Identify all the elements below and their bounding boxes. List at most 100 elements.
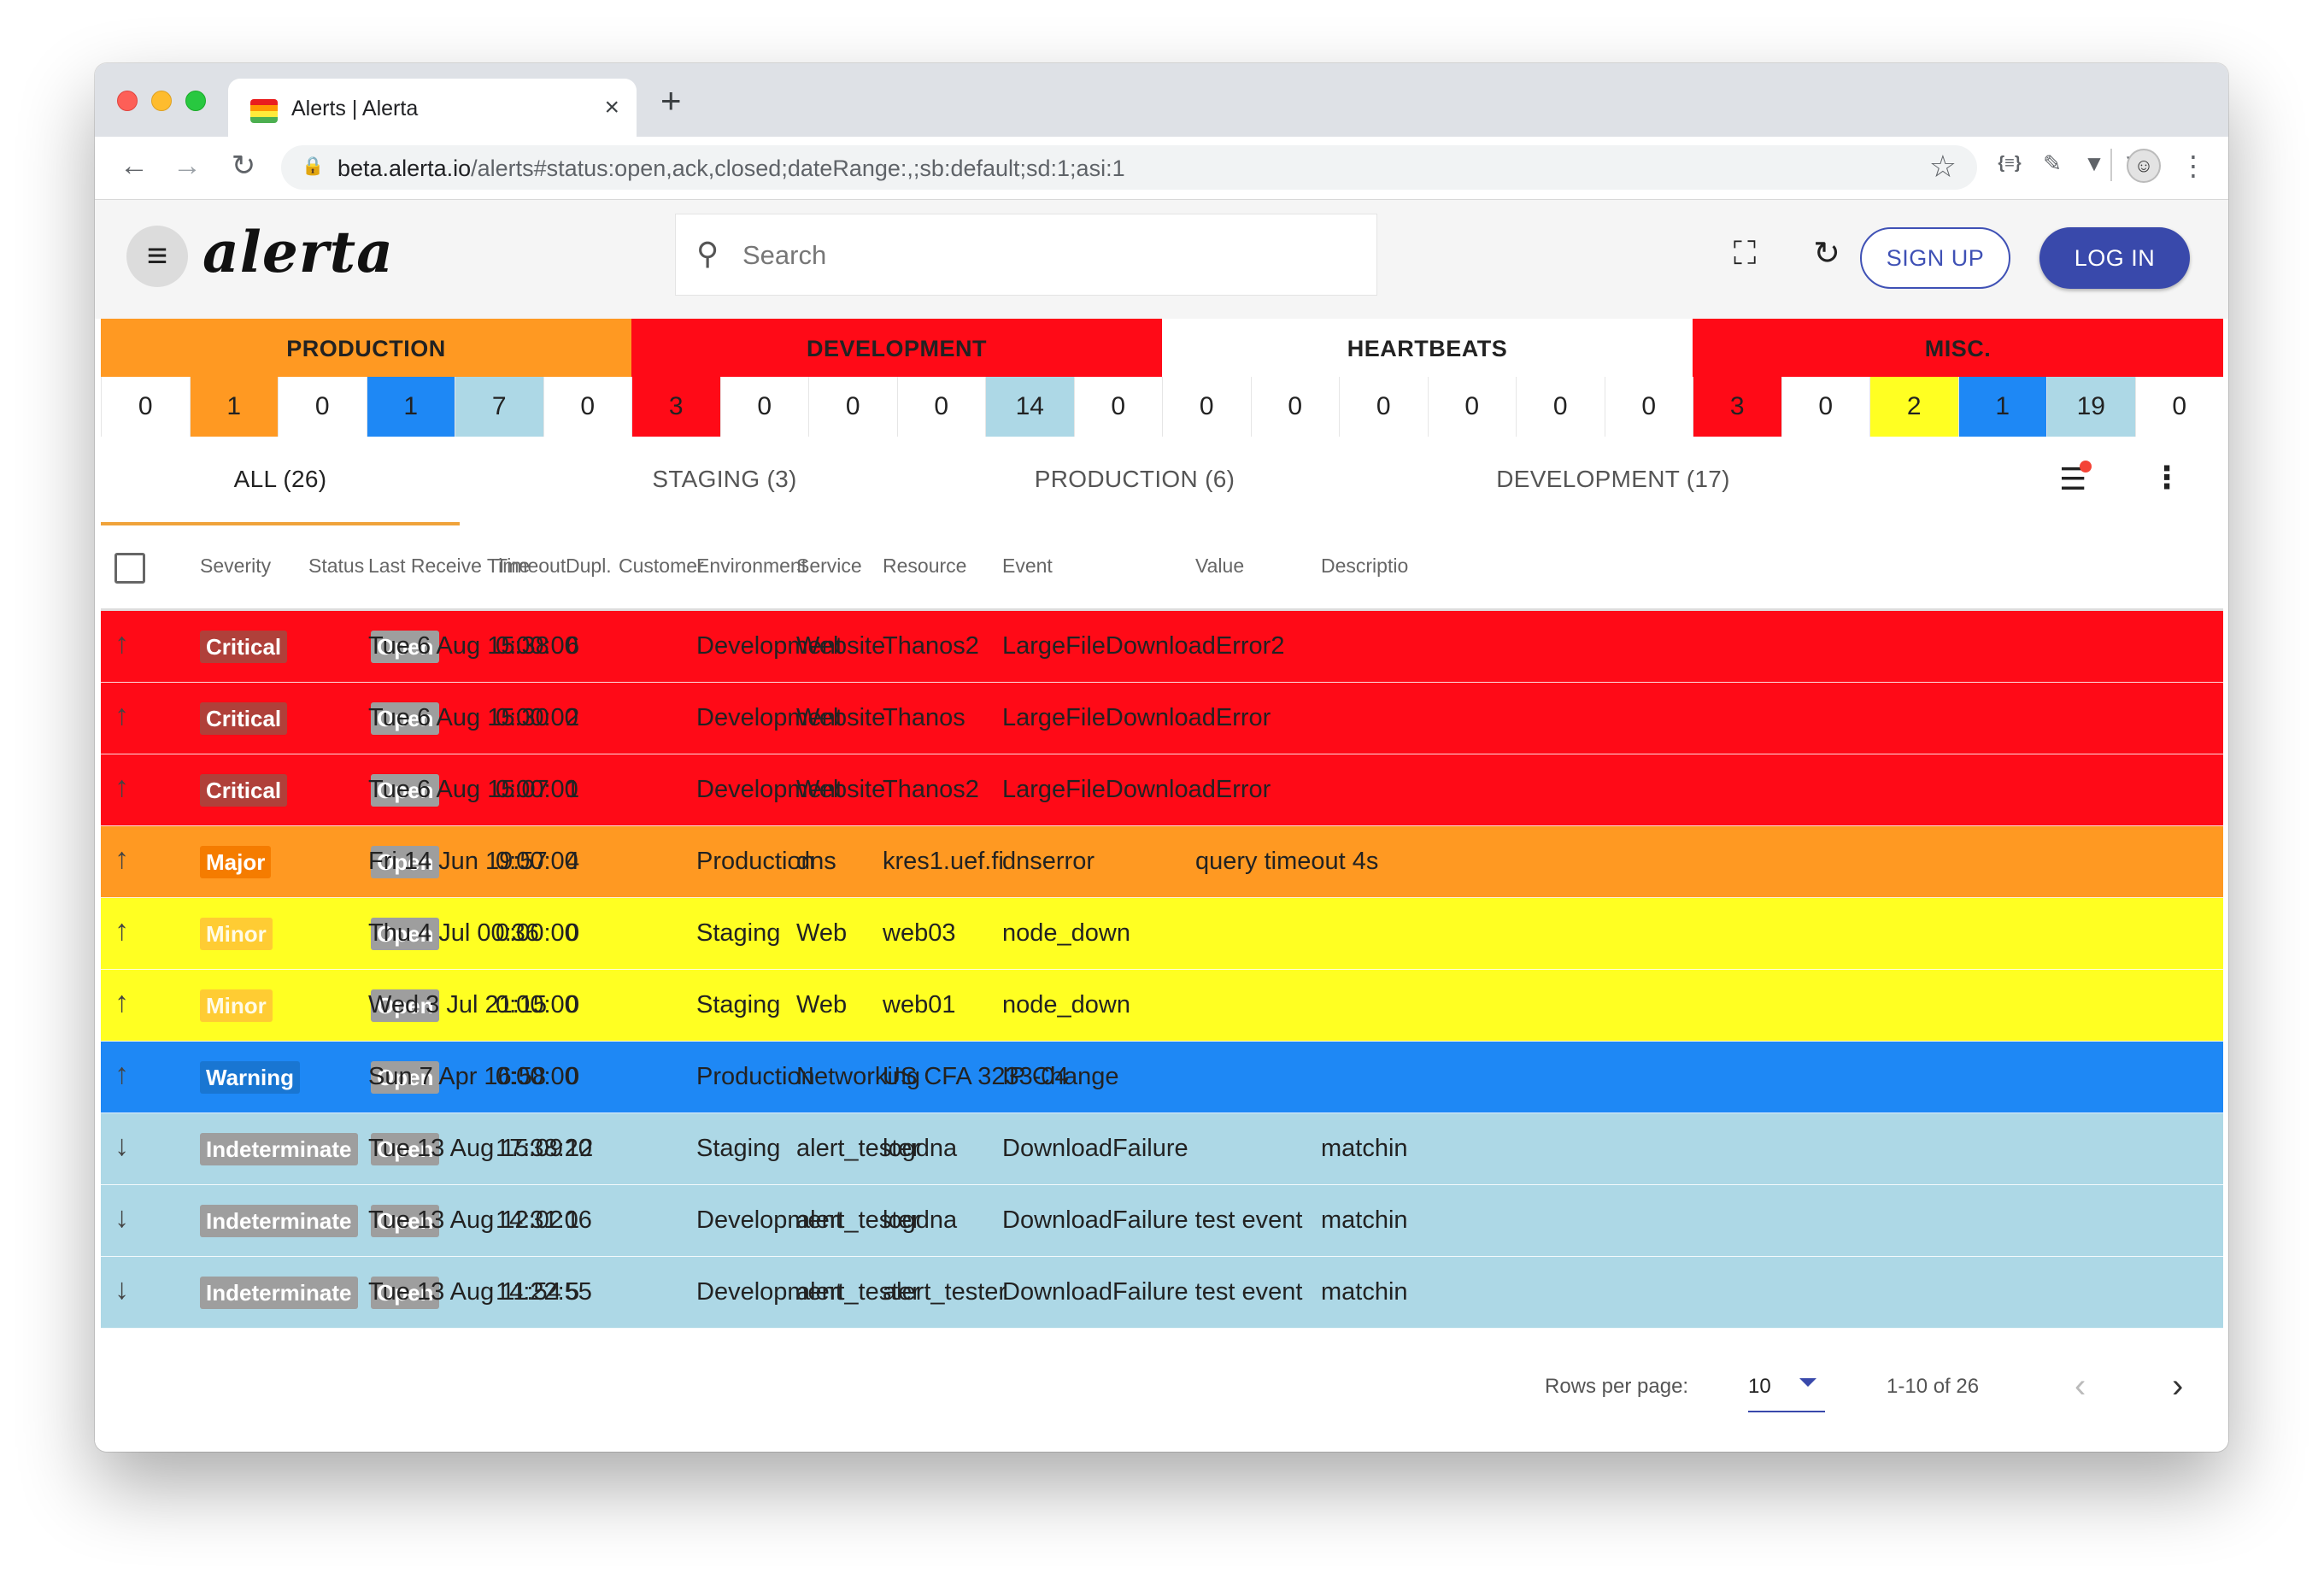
tab-all[interactable]: ALL (26) [101,437,460,525]
next-page-icon[interactable]: › [2172,1365,2183,1407]
filter-active-dot [2080,461,2092,473]
cell-service: Website [796,776,886,803]
search-input[interactable] [742,235,1341,276]
url-path: /alerts#status:open,ack,closed;dateRange… [471,156,1125,181]
table-row[interactable]: ↑ Major Open Fri 14 Jun 19:57 0:00:00 4 Produc… [101,826,2223,898]
cell-duplicates: 12 [566,1135,594,1162]
trend-up-icon: ↑ [114,986,129,1018]
menu-icon[interactable]: ≡ [126,226,188,287]
table-row[interactable]: ↑ Critical Open Tue 6 Aug 15:07 0:00:00 1 Deve… [101,754,2223,826]
log-in-button[interactable]: LOG IN [2039,227,2190,289]
env-name: PRODUCTION [101,319,631,377]
cell-duplicates: 5 [566,1278,580,1306]
cell-service: Web [796,991,848,1018]
env-name: HEARTBEATS [1162,319,1693,377]
trend-down-icon: ↓ [114,1130,129,1162]
cell-resource: logdna [883,1135,958,1162]
tab-production[interactable]: PRODUCTION (6) [989,437,1280,525]
severity-badge: Major [200,846,272,878]
previous-page-icon[interactable]: ‹ [2075,1365,2086,1407]
cell-resource: Thanos [883,704,965,731]
severity-badge: Indeterminate [200,1277,358,1309]
cell-environment: Staging [696,991,781,1018]
rows-per-page-select[interactable]: 10 [1748,1366,1825,1412]
maximize-window-button[interactable] [185,91,206,111]
search-box: ⚲ [675,214,1377,296]
env-counts: 3 0 2 1 19 0 [1693,377,2223,437]
column-header-severity[interactable]: Severity [200,555,271,578]
forward-icon[interactable]: → [168,147,206,185]
env-counts: 010170 [101,377,631,437]
table-row[interactable]: ↓ Indeterminate Open Tue 13 Aug 15:09 17:38:… [101,1113,2223,1185]
close-window-button[interactable] [117,91,138,111]
column-header-event[interactable]: Event [1002,555,1053,578]
tab-development[interactable]: DEVELOPMENT (17) [1434,437,1793,525]
table-row[interactable]: ↑ Minor Open Thu 4 Jul 00:36 0:00:00 0 Staging… [101,898,2223,970]
trend-up-icon: ↑ [114,627,129,660]
column-header-value[interactable]: Value [1195,555,1244,578]
more-options-icon[interactable]: ⋮ [2151,457,2182,498]
trend-up-icon: ↑ [114,1058,129,1090]
json-extension-icon[interactable]: {≡} [1994,150,2025,176]
minimize-window-button[interactable] [151,91,172,111]
column-header-customer[interactable]: Customer [619,555,704,578]
browser-tab[interactable]: Alerts | Alerta × [228,79,637,137]
table-row[interactable]: ↓ Indeterminate Open Tue 13 Aug 11:54 14:22:… [101,1257,2223,1329]
back-icon[interactable]: ← [115,147,153,185]
tab-staging[interactable]: STAGING (3) [579,437,870,525]
fullscreen-icon[interactable]: ⛶ [1722,233,1767,274]
table-row[interactable]: ↑ Critical Open Tue 6 Aug 15:30 0:00:00 2 Deve… [101,683,2223,754]
table-row[interactable]: ↑ Warning Open Sun 7 Apr 16:58 0:00:00 0 Produ… [101,1042,2223,1113]
select-all-checkbox[interactable] [114,553,145,584]
trend-up-icon: ↑ [114,771,129,803]
table-footer: Rows per page: 10 1-10 of 26 ‹ › [101,1349,2223,1426]
column-header-resource[interactable]: Resource [883,555,966,578]
browser-toolbar: ← → ↻ 🔒 beta.alerta.io/alerts#status:ope… [95,137,2228,200]
profile-avatar-icon[interactable]: ☺ [2127,149,2161,183]
close-tab-icon[interactable]: × [604,91,619,125]
table-row[interactable]: ↑ Minor Open Wed 3 Jul 21:15 0:00:00 0 Staging… [101,970,2223,1042]
severity-count: 0 [543,377,631,437]
bookmark-star-icon[interactable]: ☆ [1929,149,1957,185]
column-header-timeout[interactable]: Timeout [496,555,566,578]
browser-tabbar: Alerts | Alerta × + [95,63,2228,137]
column-header-duplicates[interactable]: Dupl. [566,555,612,578]
cell-duplicates: 1 [566,776,580,803]
trend-up-icon: ↑ [114,842,129,875]
cell-resource: web03 [883,919,956,947]
severity-count: 1 [189,377,278,437]
address-bar[interactable]: 🔒 beta.alerta.io/alerts#status:open,ack,… [281,145,1977,190]
extension-icon[interactable]: ✎ [2037,150,2068,176]
severity-count: 3 [1693,377,1781,437]
env-development[interactable]: DEVELOPMENT 3 0 0 0 14 0 [631,319,1162,437]
table-row[interactable]: ↓ Indeterminate Open Tue 13 Aug 12:02 14:31:… [101,1185,2223,1257]
column-header-environment[interactable]: Environment [696,555,807,578]
cell-environment: Staging [696,919,781,947]
column-header-status[interactable]: Status [308,555,364,578]
sign-up-button[interactable]: SIGN UP [1860,227,2010,289]
severity-count: 0 [1604,377,1693,437]
new-tab-icon[interactable]: + [660,82,682,120]
reload-page-icon[interactable]: ↻ [225,147,262,185]
table-row[interactable]: ↑ Critical Open Tue 6 Aug 15:38 0:00:00 6 Deve… [101,611,2223,683]
cell-duplicates: 0 [566,991,580,1018]
toolbar-divider [2110,149,2112,181]
cell-description: matchin [1321,1206,1408,1234]
column-header-description[interactable]: Descriptio [1321,555,1408,578]
cell-event: LargeFileDownloadError2 [1002,632,1285,660]
env-misc[interactable]: MISC. 3 0 2 1 19 0 [1693,319,2223,437]
trend-down-icon: ↓ [114,1273,129,1306]
severity-badge: Critical [200,631,288,663]
env-heartbeats[interactable]: HEARTBEATS 0 0 0 0 0 0 [1162,319,1693,437]
vue-devtools-icon[interactable]: ▼ [2079,150,2110,176]
cell-duplicates: 1 [566,1206,580,1234]
env-production[interactable]: PRODUCTION 0 1 0 1 7 0 [101,319,631,437]
browser-menu-icon[interactable]: ⋮ [2180,147,2207,185]
severity-count: 0 [719,377,808,437]
column-header-service[interactable]: Service [796,555,862,578]
alerta-logo[interactable]: alerta [202,219,394,285]
refresh-icon[interactable]: ↻ [1805,233,1849,274]
severity-badge: Minor [200,989,273,1022]
severity-count: 0 [896,377,985,437]
severity-badge: Critical [200,702,288,735]
